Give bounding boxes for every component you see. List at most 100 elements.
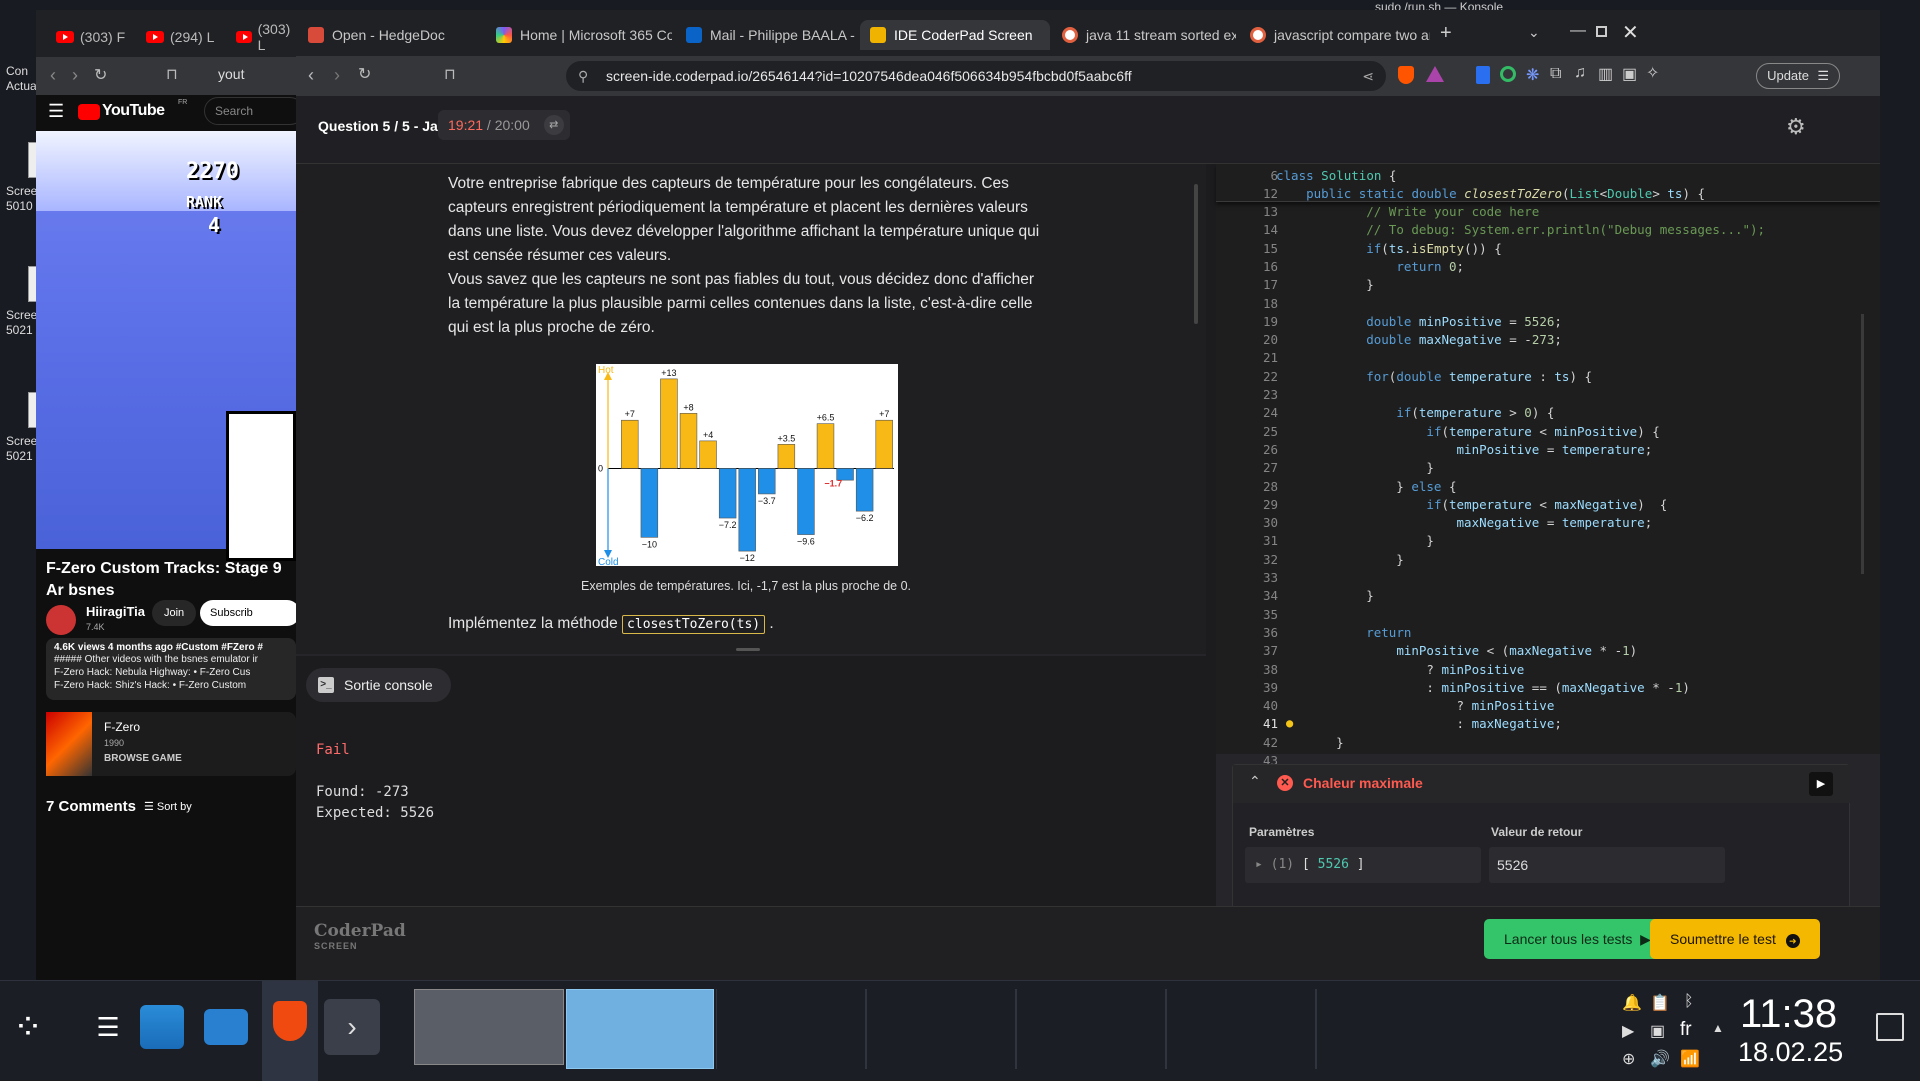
back-icon[interactable]: ‹ bbox=[308, 65, 314, 85]
back-icon[interactable]: ‹ bbox=[50, 65, 56, 86]
bluetooth-icon[interactable]: ᛒ bbox=[1684, 993, 1694, 1011]
code-line[interactable]: class Solution { bbox=[1276, 168, 1396, 183]
code-line[interactable]: return bbox=[1306, 625, 1411, 640]
media-player-icon[interactable]: ▶ bbox=[1622, 1021, 1634, 1041]
browse-game-link[interactable]: BROWSE GAME bbox=[104, 753, 182, 764]
code-line[interactable]: } bbox=[1306, 460, 1434, 475]
code-line[interactable]: return 0; bbox=[1306, 259, 1464, 274]
code-line[interactable]: public static double closestToZero(List<… bbox=[1276, 186, 1705, 201]
code-line[interactable]: double maxNegative = -273; bbox=[1306, 332, 1562, 347]
code-line[interactable]: } bbox=[1306, 552, 1404, 567]
code-line[interactable]: // Write your code here bbox=[1306, 204, 1539, 219]
yt-search-input[interactable]: Search bbox=[204, 97, 296, 125]
extension-icon[interactable] bbox=[1500, 66, 1516, 82]
minimize-icon[interactable]: — bbox=[1570, 22, 1586, 40]
desktop-icon[interactable]: Scree 5010 bbox=[6, 142, 44, 214]
code-line[interactable]: if(temperature > 0) { bbox=[1306, 405, 1554, 420]
code-line[interactable]: ? minPositive bbox=[1306, 698, 1555, 713]
tab-console-output[interactable]: >_ Sortie console bbox=[306, 668, 451, 702]
extension-icon[interactable] bbox=[1476, 66, 1490, 84]
leo-ai-icon[interactable]: ✧ bbox=[1646, 63, 1659, 83]
clipboard-icon[interactable]: 📋 bbox=[1650, 993, 1670, 1013]
share-icon[interactable]: ⋖ bbox=[1362, 61, 1374, 91]
join-button[interactable]: Join bbox=[152, 600, 197, 626]
submit-test-button[interactable]: Soumettre le test ➜ bbox=[1650, 919, 1820, 959]
code-line[interactable]: maxNegative = temperature; bbox=[1306, 515, 1653, 530]
run-all-tests-button[interactable]: Lancer tous les tests ▶ bbox=[1484, 919, 1671, 959]
new-tab-icon[interactable]: + bbox=[1440, 22, 1452, 45]
brave-rewards-icon[interactable] bbox=[1426, 66, 1444, 82]
brave-shield-icon[interactable] bbox=[1398, 66, 1414, 84]
app-launcher-icon[interactable]: ⁘ bbox=[0, 999, 56, 1055]
tab-copilot[interactable]: Home | Microsoft 365 Copilot bbox=[486, 20, 672, 50]
wifi-icon[interactable]: 📶 bbox=[1680, 1049, 1700, 1069]
screenshot-icon[interactable]: ▣ bbox=[1650, 1021, 1665, 1041]
gear-icon[interactable]: ⚙ bbox=[1786, 114, 1806, 140]
sidebar-icon[interactable]: ▥ bbox=[1598, 64, 1613, 84]
tab-js-compare[interactable]: javascript compare two array bbox=[1240, 20, 1430, 50]
desktop-icon[interactable]: Scree 5021 bbox=[6, 266, 44, 338]
code-line[interactable]: for(double temperature : ts) { bbox=[1306, 369, 1592, 384]
chevron-up-icon[interactable]: ⌃ bbox=[1249, 773, 1261, 790]
chevron-down-icon[interactable]: ⌄ bbox=[1528, 24, 1540, 41]
wallet-icon[interactable]: ▣ bbox=[1622, 64, 1637, 84]
code-line[interactable]: : minPositive == (maxNegative * -1) bbox=[1306, 680, 1689, 695]
yt-url[interactable]: yout bbox=[218, 66, 244, 82]
bookmark-icon[interactable]: ⊓ bbox=[444, 65, 456, 85]
clock-date[interactable]: 18.02.25 bbox=[1738, 1037, 1843, 1068]
video-player[interactable]: 2270 RANK 4 bbox=[36, 131, 296, 561]
code-line[interactable]: if(ts.isEmpty()) { bbox=[1306, 241, 1502, 256]
update-button[interactable]: Update ☰ bbox=[1756, 63, 1840, 89]
konsole-icon[interactable]: › bbox=[324, 999, 380, 1055]
code-line[interactable]: minPositive < (maxNegative * -1) bbox=[1306, 643, 1637, 658]
code-line[interactable]: } bbox=[1306, 735, 1344, 750]
desktop-icon[interactable]: Scree 5021 bbox=[6, 392, 44, 464]
browser-window[interactable]: Open - HedgeDoc Home | Microsoft 365 Cop… bbox=[296, 10, 1880, 980]
youtube-window[interactable]: (303) F (294) L (303) L ‹ › ↻ ⊓ yout ☰ Y… bbox=[36, 10, 296, 980]
tab-coderpad[interactable]: IDE CoderPad Screen× bbox=[860, 20, 1050, 50]
reload-icon[interactable]: ↻ bbox=[94, 65, 107, 85]
close-window-icon[interactable]: ✕ bbox=[1622, 20, 1639, 45]
avatar[interactable] bbox=[46, 605, 76, 635]
test-case-header[interactable]: ⌃ ✕ Chaleur maximale ▶ bbox=[1233, 765, 1851, 803]
channel-name[interactable]: HiiragiTia bbox=[86, 604, 145, 619]
code-line[interactable]: double minPositive = 5526; bbox=[1306, 314, 1562, 329]
code-line[interactable]: if(temperature < maxNegative) { bbox=[1306, 497, 1667, 512]
music-icon[interactable]: ♫ bbox=[1574, 64, 1586, 82]
code-line[interactable]: } bbox=[1306, 277, 1374, 292]
chevron-up-icon[interactable]: ▲ bbox=[1712, 1021, 1724, 1035]
maximize-icon[interactable] bbox=[1596, 26, 1607, 37]
extension-icon[interactable]: ❋ bbox=[1526, 65, 1539, 85]
resize-handle[interactable] bbox=[736, 648, 760, 651]
code-line[interactable]: // To debug: System.err.println("Debug m… bbox=[1306, 222, 1765, 237]
yt-logo[interactable]: YouTube bbox=[102, 102, 165, 120]
brave-browser-icon[interactable] bbox=[262, 981, 318, 1081]
forward-icon[interactable]: › bbox=[72, 65, 78, 86]
keyboard-layout[interactable]: fr bbox=[1680, 1019, 1692, 1041]
reload-icon[interactable]: ↻ bbox=[358, 65, 371, 85]
network-icon[interactable]: ⊕ bbox=[1622, 1049, 1635, 1069]
tab-hedgedoc[interactable]: Open - HedgeDoc bbox=[298, 20, 472, 50]
volume-icon[interactable]: 🔊 bbox=[1650, 1049, 1670, 1069]
desktop-icon[interactable]: Con Actua bbox=[6, 64, 40, 94]
editor-scrollbar[interactable] bbox=[1861, 314, 1864, 574]
code-line[interactable]: if(temperature < minPositive) { bbox=[1306, 424, 1659, 439]
clock-time[interactable]: 11:38 bbox=[1740, 993, 1837, 1035]
virtual-desktops[interactable] bbox=[716, 989, 1406, 1069]
sort-button[interactable]: ☰ Sort by bbox=[144, 800, 192, 813]
url-input[interactable]: ⚲ screen-ide.coderpad.io/26546144?id=1020… bbox=[566, 61, 1386, 91]
forward-icon[interactable]: › bbox=[334, 65, 340, 85]
splitter[interactable] bbox=[1206, 164, 1216, 906]
menu-icon[interactable]: ☰ bbox=[48, 101, 64, 122]
puzzle-icon[interactable]: ⧉ bbox=[1550, 65, 1561, 83]
yt-tab[interactable]: (294) L bbox=[146, 24, 214, 50]
window-thumbnail-active[interactable] bbox=[566, 989, 714, 1069]
code-line[interactable]: } else { bbox=[1306, 479, 1456, 494]
code-line[interactable]: } bbox=[1306, 588, 1374, 603]
tab-outlook[interactable]: Mail - Philippe BAALA - Outlo bbox=[676, 20, 856, 50]
code-line[interactable]: } bbox=[1306, 533, 1434, 548]
notification-icon[interactable]: 🔔 bbox=[1622, 993, 1642, 1013]
site-info-icon[interactable]: ⚲ bbox=[578, 61, 588, 91]
code-editor[interactable]: 6 class Solution {12 public static double… bbox=[1216, 164, 1880, 768]
code-line[interactable]: : maxNegative; bbox=[1306, 716, 1562, 731]
